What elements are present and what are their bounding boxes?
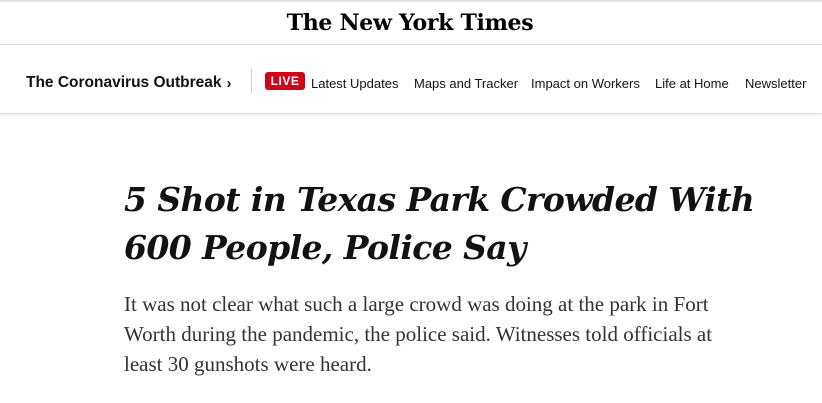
masthead: The New York Times xyxy=(0,2,822,45)
nav-item-maps-and-tracker[interactable]: Maps and Tracker xyxy=(414,76,518,91)
section-nav-bar: The Coronavirus Outbreak › LIVE Latest U… xyxy=(0,45,822,114)
nav-item-newsletter[interactable]: Newsletter xyxy=(745,76,806,91)
nav-item-impact-on-workers[interactable]: Impact on Workers xyxy=(531,76,640,91)
article-headline: 5 Shot in Texas Park Crowded With 600 Pe… xyxy=(124,180,755,267)
nav-divider xyxy=(251,69,252,93)
nyt-logo[interactable]: The New York Times xyxy=(287,10,534,36)
section-link-coronavirus-outbreak[interactable]: The Coronavirus Outbreak › xyxy=(26,74,232,92)
chevron-right-icon: › xyxy=(226,74,232,92)
nav-item-latest-updates[interactable]: Latest Updates xyxy=(311,76,398,91)
nav-item-life-at-home[interactable]: Life at Home xyxy=(655,76,729,91)
live-badge[interactable]: LIVE xyxy=(265,72,305,90)
section-link-label: The Coronavirus Outbreak xyxy=(26,74,222,91)
article-summary: It was not clear what such a large crowd… xyxy=(124,292,713,376)
